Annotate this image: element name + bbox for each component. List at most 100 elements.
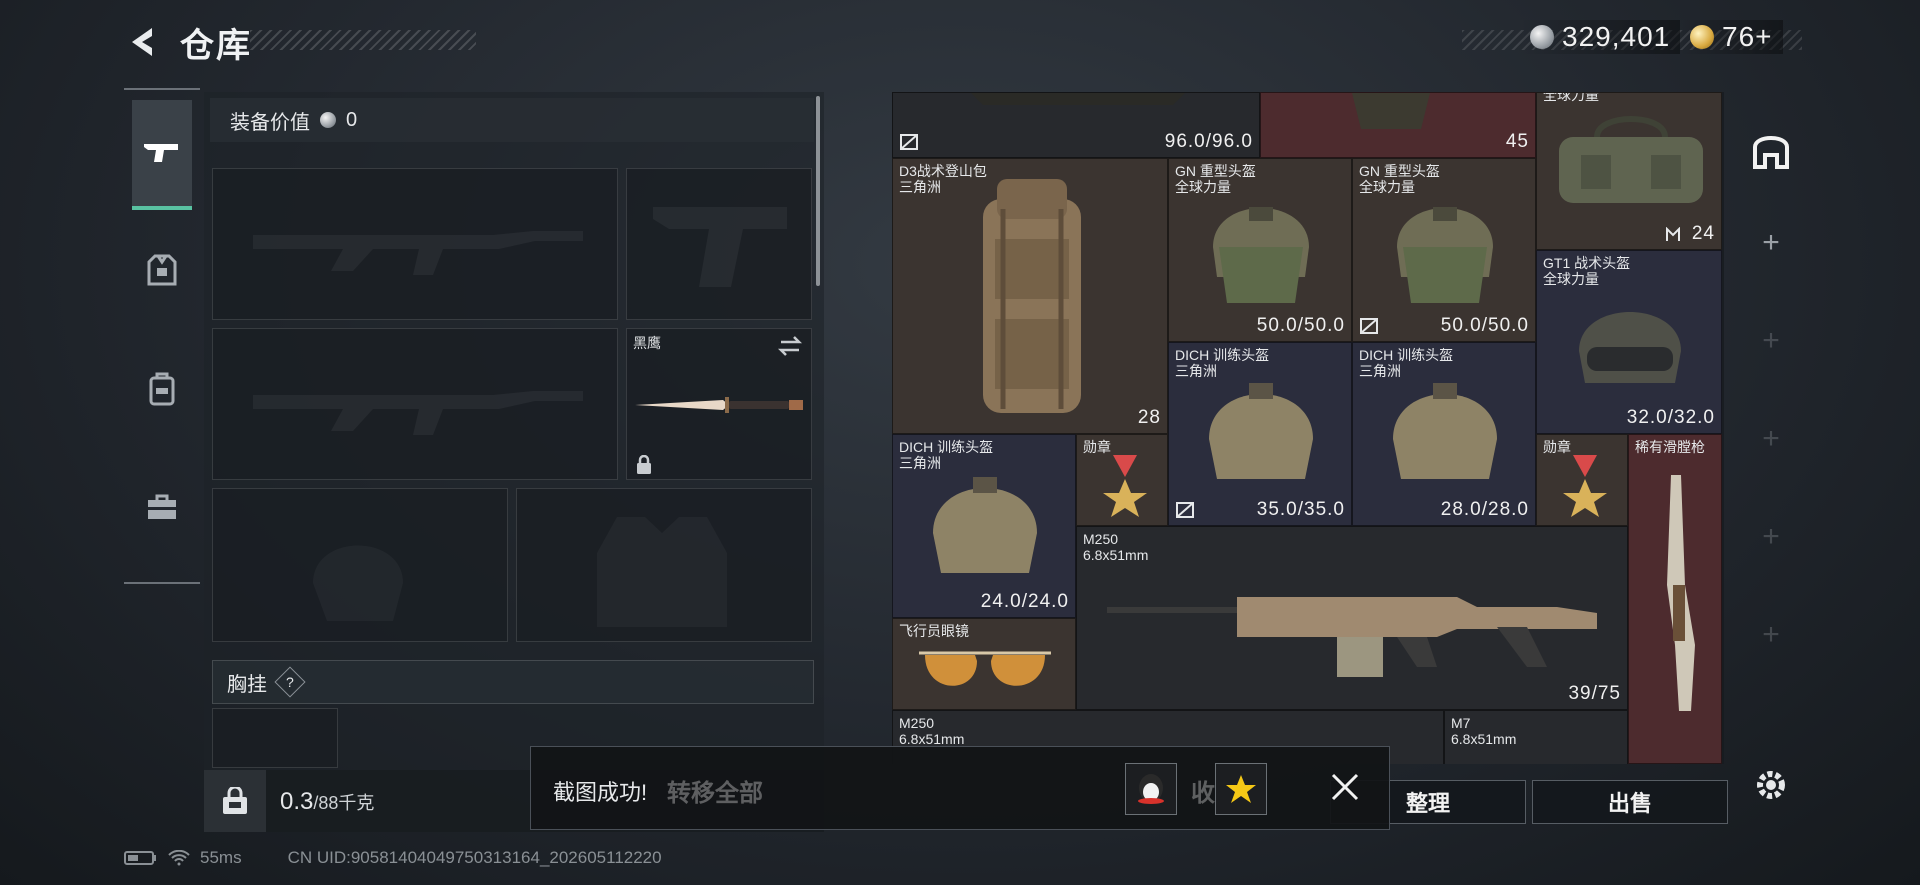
musket-icon: [1667, 475, 1695, 711]
item-name: DICH 训练头盔: [899, 439, 994, 455]
item-name: 全球力量: [1543, 92, 1599, 103]
stash-item[interactable]: DICH 训练头盔 三角洲 28.0/28.0: [1352, 342, 1536, 526]
stash-item[interactable]: GN 重型头盔 全球力量 50.0/50.0: [1168, 158, 1352, 342]
status-bar: 55ms CN UID:9058140404975031316​4_202605…: [124, 848, 662, 868]
user-uid: CN UID:9058140404975031316​4_20260511222…: [287, 848, 662, 867]
item-subname: 6.8x51mm: [1083, 547, 1149, 563]
stash-item[interactable]: GN 重型头盔 全球力量 50.0/50.0: [1352, 158, 1536, 342]
add-stash-tab-button[interactable]: +: [1744, 608, 1798, 662]
stash-tab-home[interactable]: [1744, 122, 1798, 176]
gold-currency[interactable]: 76+: [1680, 20, 1783, 54]
stash-item[interactable]: 勋章: [1076, 434, 1168, 526]
item-value: 45: [1505, 131, 1529, 152]
chest-rig-header: 胸挂 ?: [212, 660, 814, 704]
item-value: 50.0/50.0: [1440, 315, 1529, 336]
silver-amount: 329,401: [1562, 21, 1671, 52]
share-qzone-button[interactable]: [1215, 763, 1267, 815]
item-name: GN 重型头盔: [1175, 163, 1256, 179]
chest-rig-slot[interactable]: [212, 708, 338, 768]
back-arrow-icon[interactable]: [124, 22, 164, 62]
aviator-glasses-icon: [919, 651, 1051, 686]
stash-grid: 96.0/96.0 45 全球力量 24 D3战术登山包 三角洲 28 GN 重…: [892, 92, 1724, 764]
add-stash-tab-button[interactable]: +: [1744, 412, 1798, 466]
item-value: 96.0/96.0: [1164, 131, 1253, 152]
screenshot-toast: 截图成功! 转移全部 收藏: [530, 746, 1390, 830]
item-name: 稀有滑膛枪: [1635, 439, 1705, 455]
item-name: DICH 训练头盔: [1359, 347, 1454, 363]
stash-item[interactable]: M250 6.8x51mm 39/75: [1076, 526, 1628, 710]
stash-item[interactable]: 勋章: [1536, 434, 1628, 526]
swap-icon[interactable]: [777, 335, 803, 357]
settings-button[interactable]: [1744, 758, 1798, 812]
knife-icon: [635, 397, 803, 413]
stash-item[interactable]: 稀有滑膛枪: [1628, 434, 1722, 764]
lock-icon: [637, 455, 651, 474]
add-stash-tab-button[interactable]: +: [1744, 314, 1798, 368]
backpack-icon: [149, 372, 175, 406]
nav-armor[interactable]: [132, 216, 192, 326]
close-icon: [1331, 773, 1359, 801]
stash-item[interactable]: D3战术登山包 三角洲 28: [892, 158, 1168, 434]
rifle-silhouette-icon: [253, 231, 583, 275]
nav-weapons[interactable]: [132, 100, 192, 210]
ping: 55ms: [200, 848, 242, 867]
stash-item[interactable]: 45: [1260, 92, 1536, 158]
pistol-slot[interactable]: [626, 168, 812, 320]
loadout-scrollbar[interactable]: [816, 96, 820, 286]
item-name: 勋章: [1543, 439, 1571, 455]
primary-weapon-slot[interactable]: [212, 168, 618, 320]
item-value: 24: [1691, 223, 1715, 244]
item-name: GT1 战术头盔: [1543, 255, 1631, 271]
penguin-icon: [1138, 774, 1164, 804]
equip-value-label: 装备价值: [230, 111, 310, 134]
rifle-silhouette-icon: [253, 391, 583, 435]
nav-case[interactable]: [132, 452, 192, 562]
machine-gun-icon: [1107, 597, 1597, 677]
item-value: 28.0/28.0: [1440, 499, 1529, 520]
loadout-category-nav: [124, 88, 200, 584]
body-armor-slot[interactable]: [516, 488, 812, 642]
sell-button[interactable]: 出售: [1532, 780, 1728, 824]
broken-link-icon: [1176, 502, 1194, 518]
silver-currency[interactable]: 329,401: [1520, 20, 1681, 54]
stash-item[interactable]: GT1 战术头盔 全球力量 32.0/32.0: [1536, 250, 1722, 434]
stash-item[interactable]: M7 6.8x51mm: [1444, 710, 1628, 764]
transfer-all-button[interactable]: 转移全部: [667, 773, 763, 808]
melee-slot[interactable]: 黑鹰: [626, 328, 812, 480]
share-qq-button[interactable]: [1125, 763, 1177, 815]
broken-link-icon: [1360, 318, 1378, 334]
medal-icon: [1563, 455, 1607, 517]
add-stash-tab-button[interactable]: +: [1744, 216, 1798, 270]
item-name: M250: [899, 715, 935, 731]
equip-value-bar: 装备价值 0: [210, 98, 814, 142]
stash-item[interactable]: DICH 训练头盔 三角洲 35.0/35.0: [1168, 342, 1352, 526]
secondary-weapon-slot[interactable]: [212, 328, 618, 480]
stash-item[interactable]: 96.0/96.0: [892, 92, 1260, 158]
battery-icon: [124, 851, 156, 865]
item-name: M250: [1083, 531, 1119, 547]
pistol-icon: [144, 144, 178, 162]
nav-backpack[interactable]: [132, 334, 192, 444]
gold-amount: 76+: [1722, 21, 1773, 52]
add-stash-tab-button[interactable]: +: [1744, 510, 1798, 564]
stash-item[interactable]: 飞行员眼镜: [892, 618, 1076, 710]
gear-partial-icon: [971, 93, 1185, 105]
medal-icon: [1103, 455, 1147, 517]
stash-tab-sidebar: + + + + +: [1736, 92, 1806, 799]
item-name: 飞行员眼镜: [899, 623, 969, 639]
pistol-silhouette-icon: [653, 207, 787, 287]
weight-value: 0.3: [280, 788, 314, 815]
weight-max: /88千克: [313, 793, 375, 813]
help-icon[interactable]: ?: [274, 666, 306, 698]
star-icon: [1226, 775, 1256, 803]
stash-item[interactable]: 全球力量 24: [1536, 92, 1722, 250]
helmet-icon: [933, 477, 1037, 573]
close-button[interactable]: [1325, 767, 1365, 807]
duffel-bag-icon: [1559, 116, 1703, 203]
chest-rig-label: 胸挂: [227, 673, 267, 696]
item-name: GN 重型头盔: [1359, 163, 1440, 179]
stash-item[interactable]: DICH 训练头盔 三角洲 24.0/24.0: [892, 434, 1076, 618]
top-bar: 仓库 329,401 76+: [0, 0, 1920, 80]
helmet-slot[interactable]: [212, 488, 508, 642]
helmet-icon: [1397, 207, 1493, 303]
